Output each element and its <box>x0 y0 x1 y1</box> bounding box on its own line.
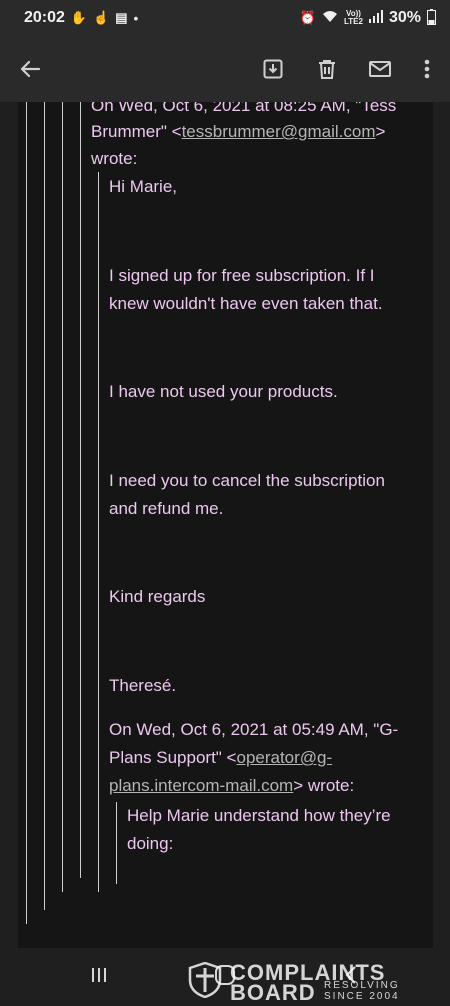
sender-email-link[interactable]: tessbrummer@gmail.com <box>182 122 376 141</box>
notification-calendar-icon: ▤ <box>115 10 128 25</box>
delete-button[interactable] <box>312 54 342 84</box>
clock: 20:02 <box>24 9 65 26</box>
paragraph-3-line-1: I need you to cancel the subscription <box>109 471 385 490</box>
notification-hand-icon: ✋ <box>70 10 88 25</box>
paragraph-1-line-2: knew wouldn't have even taken that. <box>109 294 383 313</box>
nested-quote-header-line-1: On Wed, Oct 6, 2021 at 05:49 AM, "G- <box>109 720 399 739</box>
support-name-part: Plans Support" < <box>109 748 237 767</box>
quote-bar-level-4 <box>80 102 81 878</box>
quote-bar-level-3 <box>62 102 63 892</box>
watermark-tag-since: SINCE 2004 <box>324 991 400 1002</box>
recent-apps-icon <box>92 968 106 982</box>
paragraph-1-line-1: I signed up for free subscription. If I <box>109 266 375 285</box>
paragraph-2: I have not used your products. <box>109 382 338 401</box>
archive-button[interactable] <box>258 54 288 84</box>
battery-percent: 30% <box>388 9 421 26</box>
mark-unread-button[interactable] <box>365 54 395 84</box>
top-app-bar <box>0 36 450 102</box>
quote-header-line-2: Brummer" <tessbrummer@gmail.com> <box>91 118 385 146</box>
quote-bar-level-1 <box>26 102 27 924</box>
greeting-text: Hi Marie, <box>109 177 178 196</box>
alarm-icon: ⏰ <box>299 10 316 25</box>
archive-icon <box>263 59 283 79</box>
email-close-bracket: > <box>375 122 386 141</box>
wrote-suffix: > wrote: <box>293 776 355 795</box>
status-bar: 20:02 ✋ ☝ ▤ • ⏰ Vo)) LTE2 30% <box>0 0 450 36</box>
status-right: ⏰ Vo)) LTE2 30% <box>299 8 436 28</box>
paragraph-3-line-2: and refund me. <box>109 499 224 518</box>
mail-icon <box>369 61 391 77</box>
wifi-icon <box>322 10 338 26</box>
quote-bar-level-2 <box>44 102 45 910</box>
battery-icon <box>427 8 436 28</box>
status-left: 20:02 ✋ ☝ ▤ • <box>24 9 138 27</box>
signature-text: Theresé. <box>109 676 177 695</box>
nested-quote-header-line-2: Plans Support" <operator@g- <box>109 744 332 772</box>
more-notifications-dot-icon: • <box>133 10 139 26</box>
notification-gesture-icon: ☝ <box>93 10 110 25</box>
watermark-word-board: BOARD <box>230 980 316 1005</box>
network-type: Vo)) LTE2 <box>344 10 363 26</box>
closing-text: Kind regards <box>109 587 206 606</box>
nested-body-line-1: Help Marie understand how they’re <box>127 806 391 825</box>
quote-bar-level-6 <box>116 802 117 884</box>
back-button[interactable] <box>15 54 45 84</box>
signal-icon <box>368 10 383 26</box>
arrow-left-icon <box>20 60 41 78</box>
network-lte-label: LTE2 <box>344 17 363 26</box>
more-vertical-icon <box>424 59 430 79</box>
nested-quote-header-line-3: plans.intercom-mail.com> wrote: <box>109 772 354 800</box>
recent-apps-button[interactable] <box>84 962 114 988</box>
shield-logo-icon <box>188 962 222 998</box>
watermark-tag-resolving: RESOLVING <box>324 980 400 991</box>
more-options-button[interactable] <box>412 54 442 84</box>
support-email-link-part-1[interactable]: operator@g- <box>236 748 332 767</box>
trash-icon <box>319 60 335 79</box>
sender-name-part: Brummer" < <box>91 122 182 141</box>
message-body[interactable]: On Wed, Oct 6, 2021 at 08:25 AM, "Tess B… <box>0 102 450 950</box>
quote-header-line-3: wrote: <box>91 149 138 168</box>
support-email-link-part-2[interactable]: plans.intercom-mail.com <box>109 776 293 795</box>
complaints-board-watermark: COMPLAINTS BOARD RESOLVING SINCE 2004 <box>188 960 408 1005</box>
quote-bar-level-5 <box>98 172 99 892</box>
nested-body-line-2: doing: <box>127 834 174 853</box>
